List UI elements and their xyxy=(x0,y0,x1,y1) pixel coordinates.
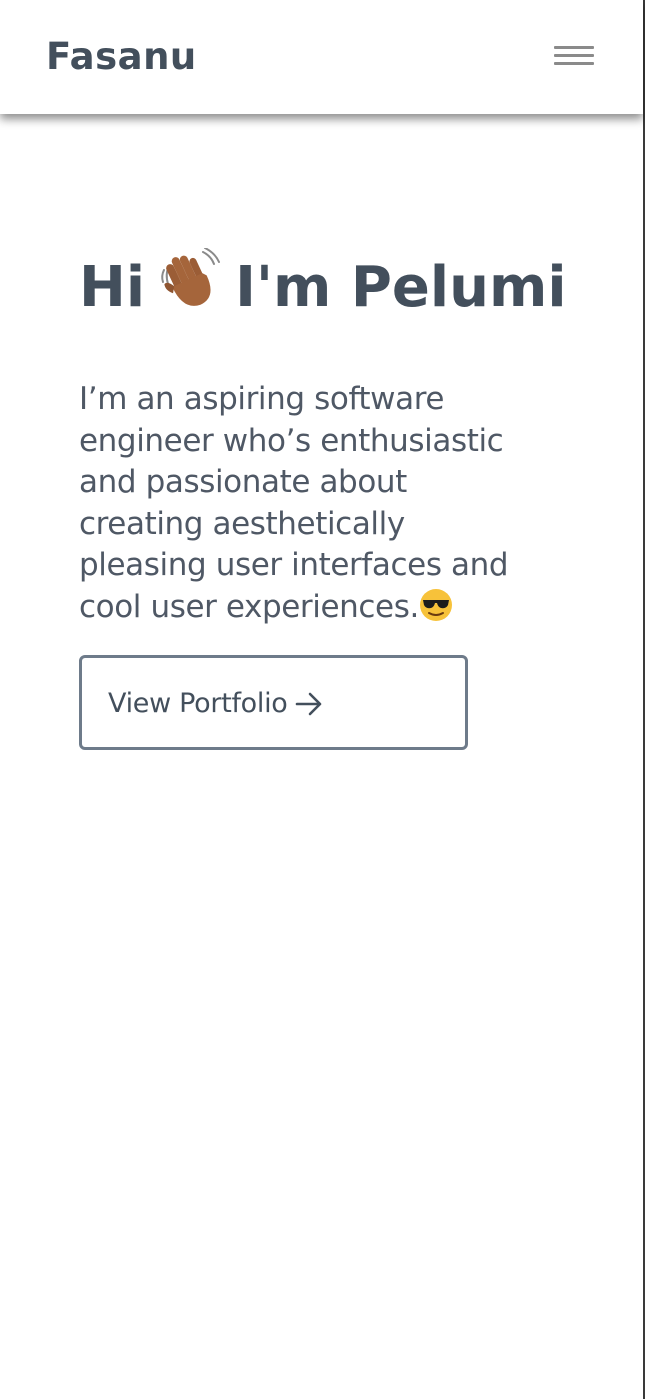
site-logo[interactable]: Fasanu xyxy=(46,34,197,80)
view-portfolio-label: View Portfolio xyxy=(108,688,288,719)
sunglasses-face-icon xyxy=(419,588,453,622)
site-header: Fasanu xyxy=(0,0,643,114)
view-portfolio-button[interactable]: View Portfolio xyxy=(79,655,468,750)
hero-description: I’m an aspiring software engineer who’s … xyxy=(79,379,529,628)
hero-title: Hi I'm Pelumi xyxy=(79,247,567,323)
greeting-hi: Hi xyxy=(79,255,146,320)
greeting-name: I'm Pelumi xyxy=(235,255,567,320)
arrow-right-icon xyxy=(295,692,323,716)
menu-button[interactable] xyxy=(551,42,597,72)
hero-section: Hi I'm Pelumi I’m an aspiring software e… xyxy=(79,247,567,628)
waving-hand-icon xyxy=(159,247,221,310)
